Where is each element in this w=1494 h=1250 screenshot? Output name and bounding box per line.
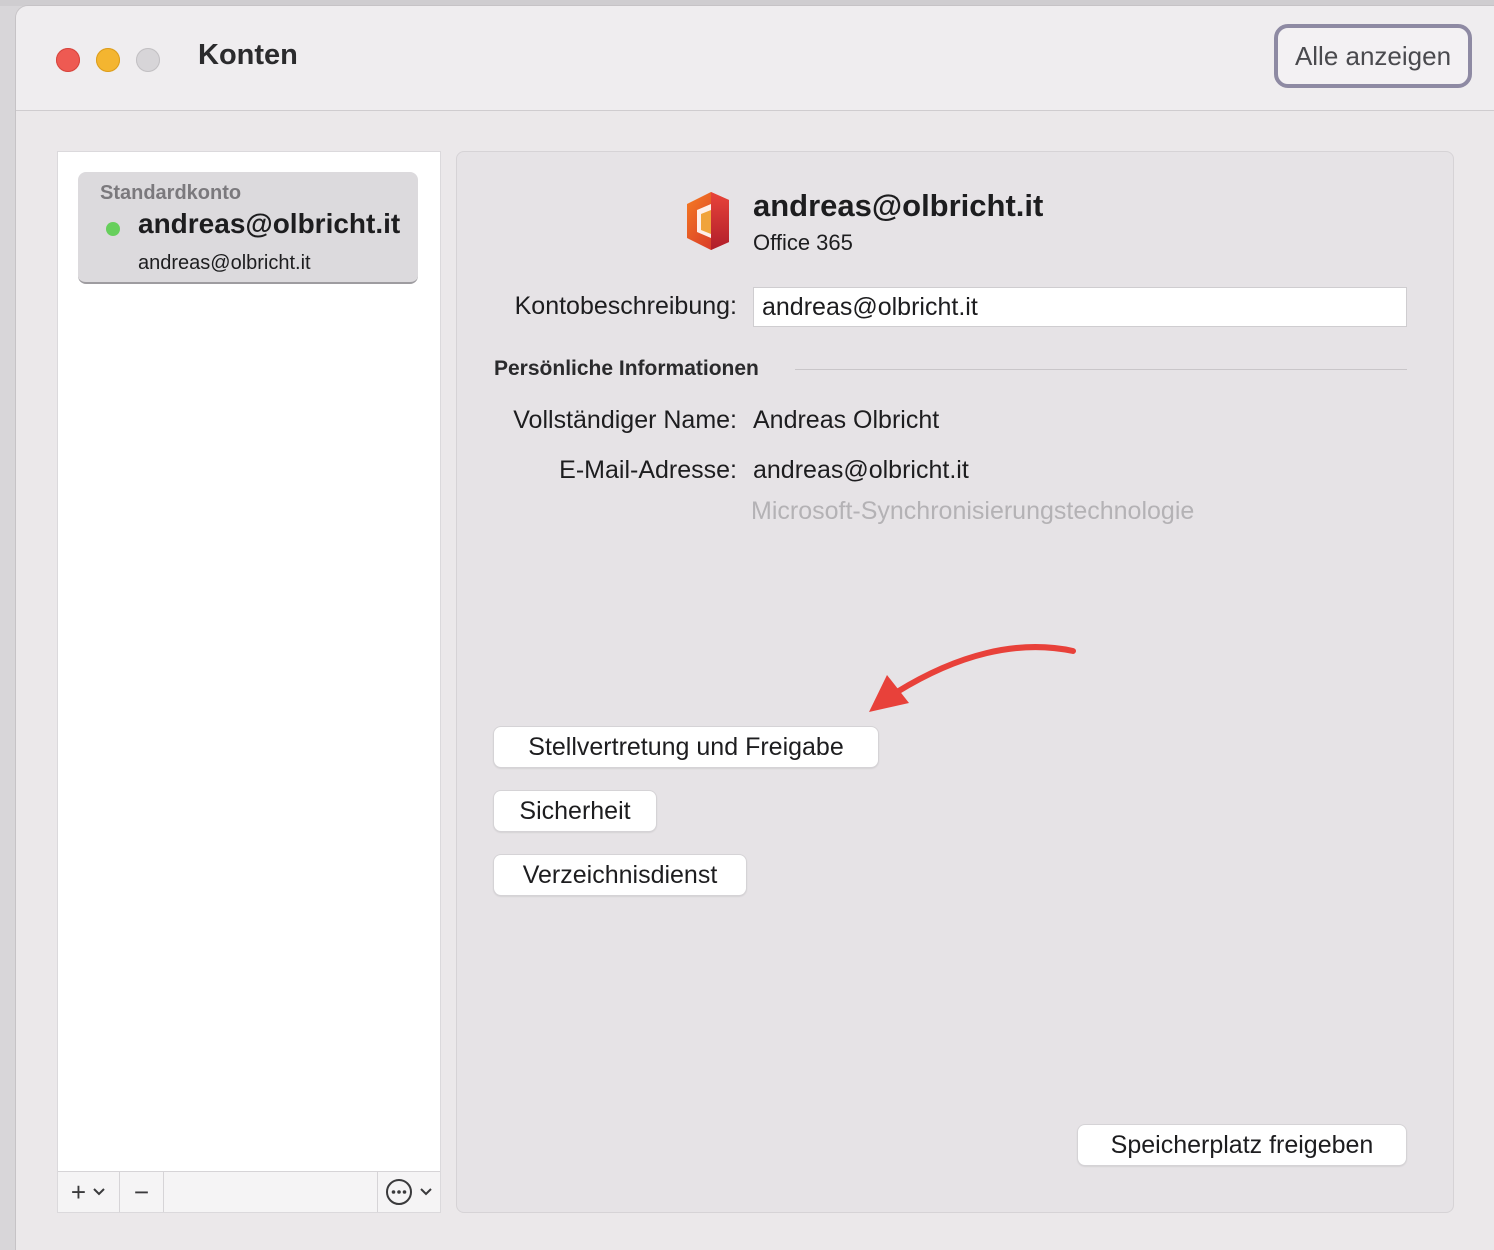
accounts-sidebar: Standardkonto andreas@olbricht.it andrea… (57, 151, 441, 1213)
description-label: Kontobeschreibung: (514, 292, 737, 320)
show-all-button[interactable]: Alle anzeigen (1274, 24, 1472, 88)
account-name: andreas@olbricht.it (138, 208, 401, 239)
zoom-button[interactable] (136, 48, 160, 72)
account-subtitle: andreas@olbricht.it (138, 252, 311, 274)
email-label: E-Mail-Adresse: (559, 456, 737, 484)
free-storage-button[interactable]: Speicherplatz freigeben (1078, 1125, 1406, 1165)
security-button[interactable]: Sicherheit (494, 791, 656, 831)
annotation-arrow (869, 644, 1076, 712)
chevron-down-icon (93, 1188, 105, 1196)
description-input[interactable] (753, 287, 1407, 327)
minimize-button[interactable] (96, 48, 120, 72)
section-divider (795, 369, 1407, 370)
title-bar: Konten Alle anzeigen (16, 6, 1494, 111)
account-detail-panel: andreas@olbricht.it Office 365 Kontobesc… (456, 151, 1454, 1213)
online-status-icon (106, 222, 120, 236)
full-name-label: Vollständiger Name: (513, 406, 737, 434)
sync-technology-text: Microsoft-Synchronisierungstechnologie (751, 497, 1195, 525)
chevron-down-icon (420, 1188, 432, 1196)
account-type: Office 365 (753, 230, 853, 255)
account-header-name: andreas@olbricht.it (753, 188, 1044, 223)
default-account-label: Standardkonto (100, 182, 242, 204)
directory-service-button[interactable]: Verzeichnisdienst (494, 855, 746, 895)
minus-icon: − (133, 1176, 150, 1207)
accounts-window: Konten Alle anzeigen Standardkonto andre… (16, 6, 1494, 1250)
sidebar-toolbar: + − (58, 1171, 440, 1212)
account-list-item[interactable]: Standardkonto andreas@olbricht.it andrea… (78, 172, 418, 284)
office-365-icon (687, 192, 729, 250)
toolbar-spacer (164, 1172, 378, 1212)
remove-account-button[interactable]: − (120, 1172, 164, 1212)
more-actions-button[interactable] (378, 1172, 440, 1212)
add-account-button[interactable]: + (58, 1172, 120, 1212)
delegation-sharing-button[interactable]: Stellvertretung und Freigabe (494, 727, 878, 767)
personal-info-heading: Persönliche Informationen (494, 357, 759, 380)
close-button[interactable] (56, 48, 80, 72)
plus-icon: + (70, 1176, 87, 1207)
window-title: Konten (198, 39, 298, 71)
ellipsis-circle-icon (386, 1179, 412, 1205)
email-value: andreas@olbricht.it (753, 456, 969, 484)
full-name-value: Andreas Olbricht (753, 406, 940, 434)
